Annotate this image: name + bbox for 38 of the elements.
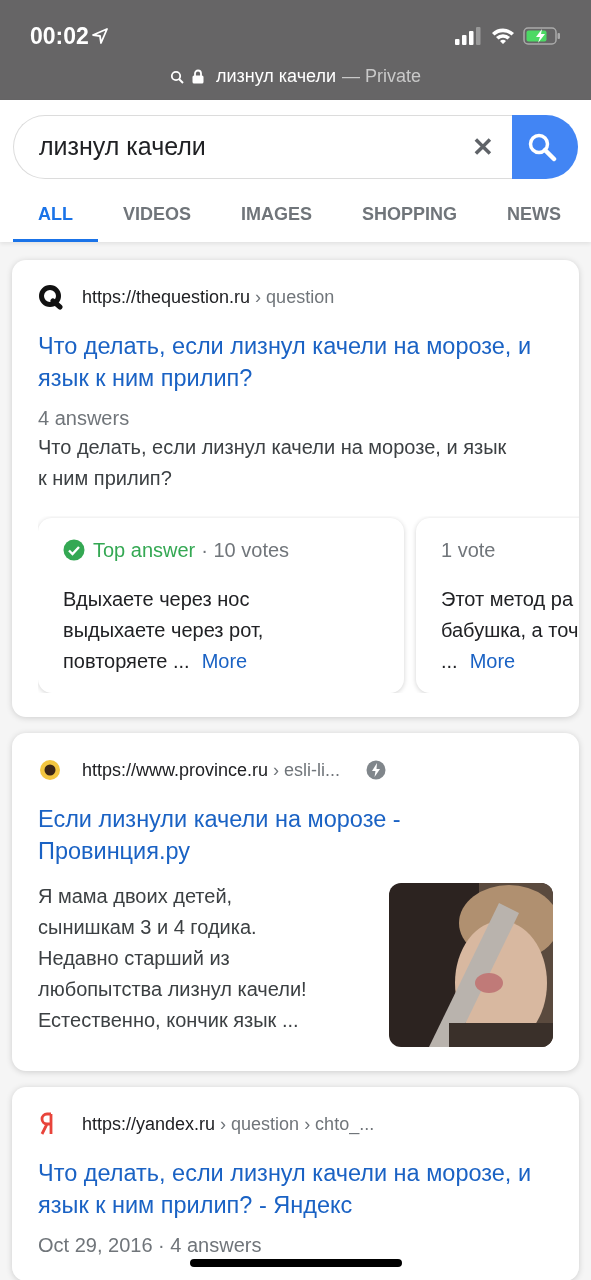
result-snippet: Я мама двоих детей, сынишкам 3 и 4 годика. Недавно старший из любопытства лизнул качели! Естественно, кончик язык ...: [38, 884, 307, 1033]
answer-snippet: Этот метод ра бабушка, а точ ... More: [441, 587, 579, 674]
sunflower-icon: [38, 758, 62, 782]
tab[interactable]: ALL: [13, 189, 98, 242]
result-url[interactable]: https://thequestion.ru › question: [82, 283, 335, 311]
top-answer-label: Top answer: [93, 538, 196, 563]
search-button[interactable]: [512, 115, 578, 179]
clear-button[interactable]: ✕: [472, 127, 494, 167]
wifi-icon: [491, 27, 515, 45]
location-arrow-icon: [91, 28, 108, 44]
result-meta: 4 answers: [38, 406, 131, 430]
tab[interactable]: IMAGES: [216, 189, 338, 242]
lock-icon: [191, 69, 204, 84]
signal-icon: [455, 27, 483, 45]
answer-card[interactable]: 1 vote Этот метод ра бабушка, а точ ... More: [416, 518, 579, 693]
search-icon: [527, 132, 557, 162]
result-snippet: Что делать, если лизнул качели на морозе, и язык к ним прилип?: [38, 435, 508, 491]
tab[interactable]: VIDEOS: [98, 189, 217, 242]
tab[interactable]: SHOPPING: [337, 189, 483, 242]
address-query[interactable]: лизнул качели: [215, 63, 337, 90]
result-meta: Oct 29, 2016 · 4 answers: [38, 1233, 263, 1257]
vote-count: · 10 votes: [201, 538, 290, 563]
more-link[interactable]: More: [201, 650, 248, 672]
result-title-link[interactable]: Если лизнули качели на морозе - Провинция.ру: [38, 803, 553, 867]
search-icon: [169, 69, 184, 84]
result-url[interactable]: https://www.province.ru › esli-li...: [82, 756, 341, 784]
more-link[interactable]: More: [469, 650, 516, 672]
tab[interactable]: NEWS: [482, 189, 587, 242]
private-label: — Private: [342, 65, 422, 88]
result-url[interactable]: https://yandex.ru › question › chto_...: [82, 1110, 375, 1138]
q-logo-icon: [38, 284, 64, 310]
vote-count: 1 vote: [441, 538, 496, 563]
answer-snippet: Вдыхаете через нос выдыхаете через рот, повторяете ... More: [63, 587, 265, 674]
battery-charging-icon: [523, 27, 561, 45]
status-time: 00:02: [30, 21, 89, 51]
answer-card[interactable]: Top answer · 10 votes Вдыхаете через нос выдыхаете через рот, повторяете ... More: [38, 518, 404, 693]
result-title-link[interactable]: Что делать, если лизнул качели на морозе, и язык к ним прилип? - Яндекс: [38, 1157, 553, 1221]
result-title-link[interactable]: Что делать, если лизнул качели на морозе, и язык к ним прилип?: [38, 330, 579, 394]
